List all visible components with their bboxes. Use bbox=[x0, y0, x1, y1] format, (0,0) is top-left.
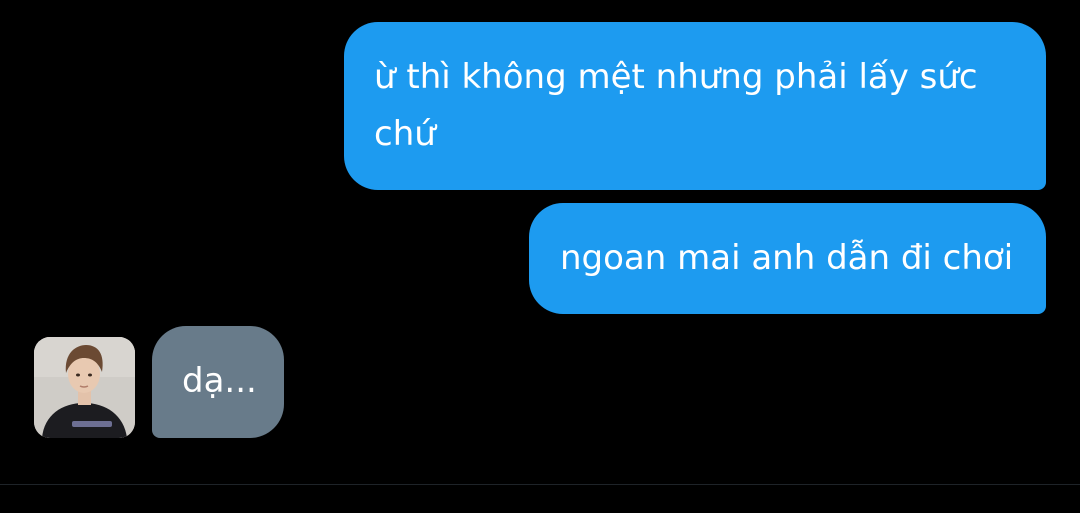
sent-message-bubble[interactable]: ừ thì không mệt nhưng phải lấy sức chứ bbox=[344, 22, 1046, 190]
received-message-bubble[interactable]: dạ... bbox=[152, 326, 284, 438]
message-text: dạ... bbox=[182, 361, 257, 401]
avatar[interactable] bbox=[34, 337, 135, 438]
sent-message-bubble[interactable]: ngoan mai anh dẫn đi chơi bbox=[529, 203, 1046, 314]
avatar-photo-icon bbox=[34, 337, 135, 438]
composer-divider bbox=[0, 484, 1080, 485]
message-text: ngoan mai anh dẫn đi chơi bbox=[560, 238, 1014, 278]
message-text: ừ thì không mệt nhưng phải lấy sức chứ bbox=[374, 57, 978, 154]
